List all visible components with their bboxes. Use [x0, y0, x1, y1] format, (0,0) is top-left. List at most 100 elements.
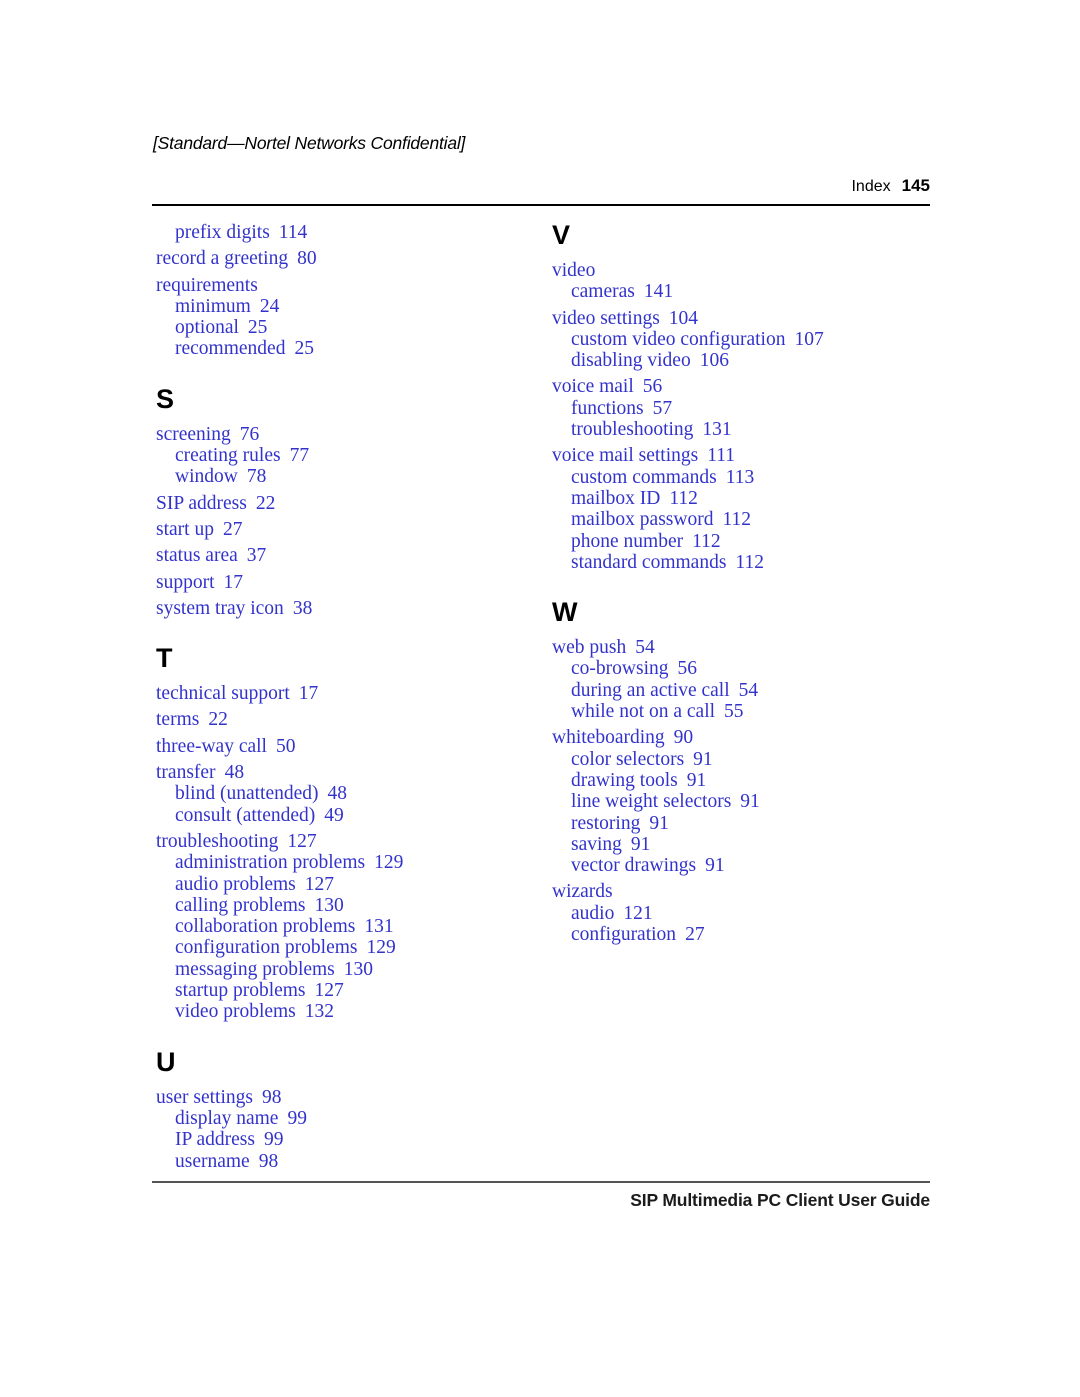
index-entry-text: video settings — [552, 307, 660, 329]
index-subentry[interactable]: recommended 25 — [175, 338, 546, 359]
index-entry-page-number: 22 — [255, 492, 276, 514]
index-subentry[interactable]: configuration problems 129 — [175, 937, 546, 958]
index-entry-text: user settings — [156, 1086, 253, 1108]
index-entry[interactable]: web push 54 — [552, 637, 942, 658]
index-entry[interactable]: requirements — [156, 275, 546, 296]
index-entry[interactable]: status area 37 — [156, 545, 546, 566]
index-entry[interactable]: user settings 98 — [156, 1087, 546, 1108]
footer-divider — [152, 1181, 930, 1183]
index-entry-page-number: 76 — [239, 423, 260, 445]
index-entry-text: web push — [552, 637, 627, 659]
index-subentry[interactable]: window 78 — [175, 466, 546, 487]
index-entry-page-number: 130 — [314, 894, 344, 916]
index-entry-text: window — [175, 466, 238, 488]
index-entry-text: minimum — [175, 295, 251, 317]
index-subentry[interactable]: collaboration problems 131 — [175, 916, 546, 937]
index-entry-text: prefix digits — [175, 222, 270, 243]
index-subentry[interactable]: optional 25 — [175, 317, 546, 338]
index-entry-page-number: 112 — [722, 509, 751, 531]
index-subentry[interactable]: custom commands 113 — [571, 467, 942, 488]
index-subentry[interactable]: display name 99 — [175, 1108, 546, 1129]
index-entry[interactable]: start up 27 — [156, 519, 546, 540]
index-entry[interactable]: troubleshooting 127 — [156, 831, 546, 852]
index-subentry[interactable]: custom video configuration 107 — [571, 329, 942, 350]
index-entry-page-number: 114 — [278, 222, 308, 243]
index-entry[interactable]: transfer 48 — [156, 762, 546, 783]
index-entry[interactable]: voice mail 56 — [552, 376, 942, 397]
index-subentry[interactable]: minimum 24 — [175, 296, 546, 317]
index-subentry[interactable]: troubleshooting 131 — [571, 419, 942, 440]
index-subentry[interactable]: startup problems 127 — [175, 980, 546, 1001]
index-entry-page-number: 107 — [794, 328, 824, 350]
index-entry[interactable]: screening 76 — [156, 424, 546, 445]
index-subentry[interactable]: IP address 99 — [175, 1129, 546, 1150]
index-entry-page-number: 129 — [366, 937, 396, 959]
index-entry-page-number: 91 — [705, 855, 725, 877]
index-subentry[interactable]: audio 121 — [571, 903, 942, 924]
index-entry[interactable]: support 17 — [156, 572, 546, 593]
index-entry-page-number: 50 — [275, 735, 296, 757]
index-section-letter-t: T — [156, 643, 173, 674]
index-subentry[interactable]: calling problems 130 — [175, 895, 546, 916]
index-entry-page-number: 91 — [649, 812, 669, 834]
index-subentry[interactable]: color selectors 91 — [571, 749, 942, 770]
index-entry-page-number: 22 — [208, 709, 228, 731]
index-entry[interactable]: video — [552, 260, 942, 281]
index-subentry[interactable]: mailbox ID 112 — [571, 488, 942, 509]
index-subentry[interactable]: mailbox password 112 — [571, 509, 942, 530]
index-entry-text: terms — [156, 709, 200, 731]
page-header: Index 145 — [851, 176, 930, 196]
index-subentry[interactable]: disabling video 106 — [571, 350, 942, 371]
index-subentry[interactable]: restoring 91 — [571, 813, 942, 834]
index-entry[interactable]: terms 22 — [156, 709, 546, 730]
index-entry[interactable]: system tray icon 38 — [156, 598, 546, 619]
index-entry-page-number: 99 — [263, 1129, 284, 1151]
index-subentry[interactable]: prefix digits 114 — [175, 222, 546, 243]
index-subentry[interactable]: consult (attended) 49 — [175, 805, 546, 826]
index-subentry[interactable]: co-browsing 56 — [571, 658, 942, 679]
index-subentry[interactable]: functions 57 — [571, 398, 942, 419]
index-subentry[interactable]: vector drawings 91 — [571, 855, 942, 876]
index-subentry[interactable]: username 98 — [175, 1151, 546, 1172]
index-entry-text: system tray icon — [156, 597, 284, 619]
index-entry-page-number: 113 — [725, 466, 755, 488]
index-subentry[interactable]: line weight selectors 91 — [571, 791, 942, 812]
index-entry-text: wizards — [552, 881, 613, 903]
index-entry[interactable]: video settings 104 — [552, 308, 942, 329]
index-subentry[interactable]: administration problems 129 — [175, 852, 546, 873]
index-subentry[interactable]: audio problems 127 — [175, 874, 546, 895]
index-subentry[interactable]: creating rules 77 — [175, 445, 546, 466]
index-subentry[interactable]: phone number 112 — [571, 531, 942, 552]
index-entry-text: calling problems — [175, 894, 306, 916]
index-entry-text: troubleshooting — [571, 419, 694, 441]
index-entry-page-number: 91 — [740, 791, 760, 813]
index-subentry[interactable]: messaging problems 130 — [175, 959, 546, 980]
index-entry-page-number: 127 — [314, 980, 344, 1002]
index-entry[interactable]: technical support 17 — [156, 683, 546, 704]
index-entry-page-number: 24 — [259, 295, 280, 317]
index-entry-page-number: 77 — [289, 445, 310, 467]
index-entry-page-number: 54 — [635, 637, 655, 659]
index-entry-page-number: 91 — [686, 769, 707, 791]
index-subentry[interactable]: configuration 27 — [571, 924, 942, 945]
index-entry[interactable]: record a greeting 80 — [156, 248, 546, 269]
index-entry[interactable]: SIP address 22 — [156, 493, 546, 514]
index-entry-text: status area — [156, 545, 238, 567]
index-entry[interactable]: wizards — [552, 881, 942, 902]
index-entry-text: configuration problems — [175, 937, 358, 959]
index-entry[interactable]: whiteboarding 90 — [552, 727, 942, 748]
index-subentry[interactable]: blind (unattended) 48 — [175, 783, 546, 804]
index-subentry[interactable]: during an active call 54 — [571, 680, 942, 701]
index-entry-page-number: 25 — [294, 338, 314, 360]
index-subentry[interactable]: cameras 141 — [571, 281, 942, 302]
index-subentry[interactable]: saving 91 — [571, 834, 942, 855]
index-entry-page-number: 99 — [287, 1107, 307, 1129]
index-entry-page-number: 54 — [738, 679, 759, 701]
index-subentry[interactable]: standard commands 112 — [571, 552, 942, 573]
index-entry[interactable]: voice mail settings 111 — [552, 445, 942, 466]
index-entry[interactable]: three-way call 50 — [156, 736, 546, 757]
index-subentry[interactable]: while not on a call 55 — [571, 701, 942, 722]
index-entry-text: IP address — [175, 1129, 255, 1151]
index-subentry[interactable]: video problems 132 — [175, 1001, 546, 1022]
index-subentry[interactable]: drawing tools 91 — [571, 770, 942, 791]
